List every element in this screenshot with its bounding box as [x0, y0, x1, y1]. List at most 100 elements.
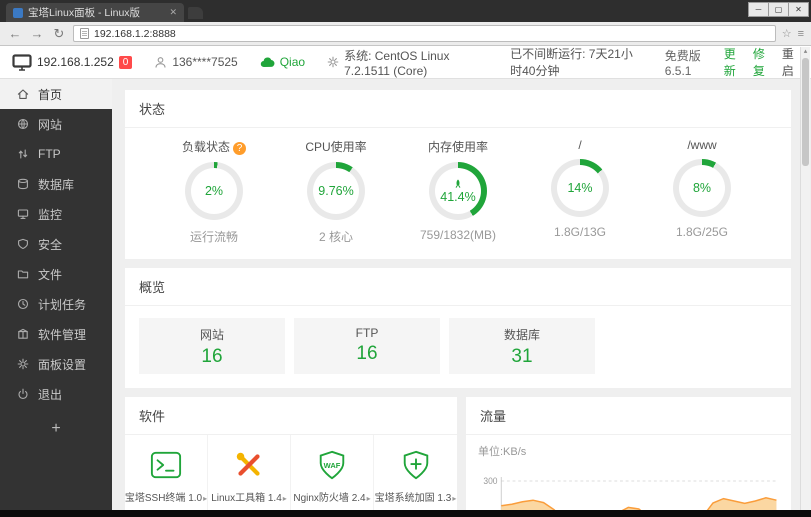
- page-icon: [80, 28, 89, 39]
- username: Qiao: [279, 55, 306, 69]
- gauge-disk-root: / 14% 1.8G/13G: [525, 138, 635, 245]
- home-icon: [17, 89, 29, 99]
- gauge-value: 2%: [204, 184, 224, 198]
- software-tile-nginx-waf[interactable]: WAF Nginx防火墙 2.4▸: [291, 435, 374, 517]
- repair-button[interactable]: 修复: [753, 45, 770, 79]
- bt-logo-icon: [12, 53, 32, 71]
- transfer-arrows-icon: [18, 149, 28, 159]
- rocket-icon[interactable]: [453, 179, 463, 189]
- gauge-donut: 2%: [185, 162, 243, 220]
- gauge-cpu: CPU使用率 9.76% 2 核心: [281, 138, 391, 245]
- sidebar-item-software[interactable]: 软件管理: [0, 319, 112, 349]
- gauge-sub: 1.8G/25G: [675, 225, 729, 239]
- traffic-chart: 300 200 100: [483, 476, 777, 517]
- scroll-up-icon[interactable]: ▴: [801, 47, 810, 56]
- sidebar-item-logout[interactable]: 退出: [0, 379, 112, 409]
- sidebar-item-ftp[interactable]: FTP: [0, 139, 112, 169]
- software-tile-label: 宝塔系统加固 1.3: [374, 493, 452, 504]
- help-icon[interactable]: ?: [233, 142, 246, 155]
- browser-tab[interactable]: 宝塔Linux面板 - Linux版 ✕: [6, 3, 184, 22]
- sidebar-item-files[interactable]: 文件: [0, 259, 112, 289]
- sidebar-item-label: 面板设置: [38, 357, 87, 372]
- system-info: 系统: CentOS Linux 7.2.1511 (Core): [327, 47, 488, 78]
- window-bottom-edge: [0, 510, 811, 517]
- back-icon[interactable]: ←: [7, 27, 23, 40]
- url-text: 192.168.1.2:8888: [94, 27, 176, 40]
- update-button[interactable]: 更新: [724, 45, 741, 79]
- message-count-badge[interactable]: 0: [118, 55, 133, 69]
- tab-close-icon[interactable]: ✕: [169, 7, 177, 18]
- waf-firewall-icon: WAF: [319, 450, 345, 480]
- gauge-donut: 9.76%: [307, 162, 365, 220]
- restart-button[interactable]: 重启: [782, 45, 799, 79]
- status-card: 状态 负载状态? 2% 运行流畅 CPU使用率 9.76% 2 核心 内存使用率…: [125, 90, 791, 259]
- overview-ftp[interactable]: FTP 16: [294, 318, 440, 374]
- refresh-icon[interactable]: ↻: [51, 27, 67, 40]
- maximize-icon[interactable]: ▢: [768, 2, 789, 17]
- sidebar-item-label: FTP: [38, 147, 61, 161]
- window-controls: ─ ▢ ✕: [748, 2, 809, 17]
- uptime-text: 已不间断运行: 7天21小时40分钟: [510, 47, 633, 78]
- scrollbar-thumb[interactable]: [802, 58, 809, 166]
- forward-icon[interactable]: →: [29, 27, 45, 40]
- gauge-value: 14%: [567, 181, 593, 195]
- gauge-donut: 41.4%: [429, 162, 487, 220]
- software-card: 软件 宝塔SSH终端 1.0▸ Linux工具箱 1.4▸ WAF Nginx防…: [125, 397, 457, 517]
- sidebar-item-label: 计划任务: [38, 297, 87, 312]
- overview-sites[interactable]: 网站 16: [139, 318, 285, 374]
- sidebar-item-label: 文件: [38, 267, 63, 282]
- gauge-disk-www: /www 8% 1.8G/25G: [647, 138, 757, 245]
- sidebar-item-security[interactable]: 安全: [0, 229, 112, 259]
- software-tile-label: Nginx防火墙 2.4: [293, 493, 366, 504]
- overview-card: 概览 网站 16 FTP 16 数据库 31: [125, 268, 791, 388]
- gauge-value: 9.76%: [318, 184, 354, 198]
- monitor-icon: [17, 209, 29, 219]
- software-tile-ssh-terminal[interactable]: 宝塔SSH终端 1.0▸: [125, 435, 208, 517]
- sidebar-expand-button[interactable]: +: [0, 420, 112, 438]
- sidebar-item-label: 网站: [38, 117, 63, 132]
- address-field[interactable]: 192.168.1.2:8888: [73, 25, 776, 42]
- bottom-row: 软件 宝塔SSH终端 1.0▸ Linux工具箱 1.4▸ WAF Nginx防…: [125, 397, 791, 517]
- sidebar-item-label: 退出: [38, 387, 63, 402]
- sidebar-item-database[interactable]: 数据库: [0, 169, 112, 199]
- sidebar-item-label: 安全: [38, 237, 63, 252]
- bookmark-star-icon[interactable]: ☆: [782, 27, 792, 40]
- main-content: 状态 负载状态? 2% 运行流畅 CPU使用率 9.76% 2 核心 内存使用率…: [112, 79, 811, 517]
- bound-phone: 136****7525: [154, 55, 238, 69]
- gauge-value: 8%: [692, 181, 712, 195]
- sidebar-item-home[interactable]: 首页: [0, 79, 112, 109]
- vertical-scrollbar[interactable]: ▴: [800, 47, 810, 510]
- chevron-right-icon: ▸: [366, 494, 371, 503]
- browser-menu-icon[interactable]: ≡: [798, 28, 804, 40]
- software-tile-system-hardening[interactable]: 宝塔系统加固 1.3▸: [374, 435, 457, 517]
- browser-addressbar: ← → ↻ 192.168.1.2:8888 ☆ ≡: [0, 22, 811, 46]
- account[interactable]: Qiao: [260, 55, 305, 69]
- overview-value: 16: [201, 346, 223, 367]
- sidebar-item-websites[interactable]: 网站: [0, 109, 112, 139]
- server-ip: 192.168.1.252: [37, 55, 114, 69]
- status-gauges: 负载状态? 2% 运行流畅 CPU使用率 9.76% 2 核心 内存使用率 41…: [125, 128, 791, 259]
- close-icon[interactable]: ✕: [788, 2, 809, 17]
- new-tab-button[interactable]: [188, 7, 203, 19]
- cloud-icon: [260, 57, 275, 68]
- overview-boxes: 网站 16 FTP 16 数据库 31: [125, 306, 791, 388]
- folder-icon: [17, 270, 29, 279]
- gear-icon: [17, 358, 29, 370]
- sidebar-item-monitor[interactable]: 监控: [0, 199, 112, 229]
- database-icon: [18, 178, 28, 190]
- gauge-sub: 1.8G/13G: [553, 225, 607, 239]
- minimize-icon[interactable]: ─: [748, 2, 769, 17]
- overview-databases[interactable]: 数据库 31: [449, 318, 595, 374]
- gauge-sub: 运行流畅: [189, 230, 238, 244]
- uptime: 已不间断运行: 7天21小时40分钟: [510, 45, 643, 79]
- sidebar-item-settings[interactable]: 面板设置: [0, 349, 112, 379]
- gauge-label: 负载状态: [181, 140, 230, 154]
- software-tile-linux-toolbox[interactable]: Linux工具箱 1.4▸: [208, 435, 291, 517]
- phone-number: 136****7525: [172, 55, 238, 69]
- sidebar-item-cron[interactable]: 计划任务: [0, 289, 112, 319]
- sidebar-item-label: 数据库: [38, 177, 75, 192]
- power-icon: [18, 388, 28, 399]
- gauge-label: CPU使用率: [305, 140, 367, 154]
- package-icon: [18, 328, 28, 339]
- gauge-label: /www: [687, 138, 717, 152]
